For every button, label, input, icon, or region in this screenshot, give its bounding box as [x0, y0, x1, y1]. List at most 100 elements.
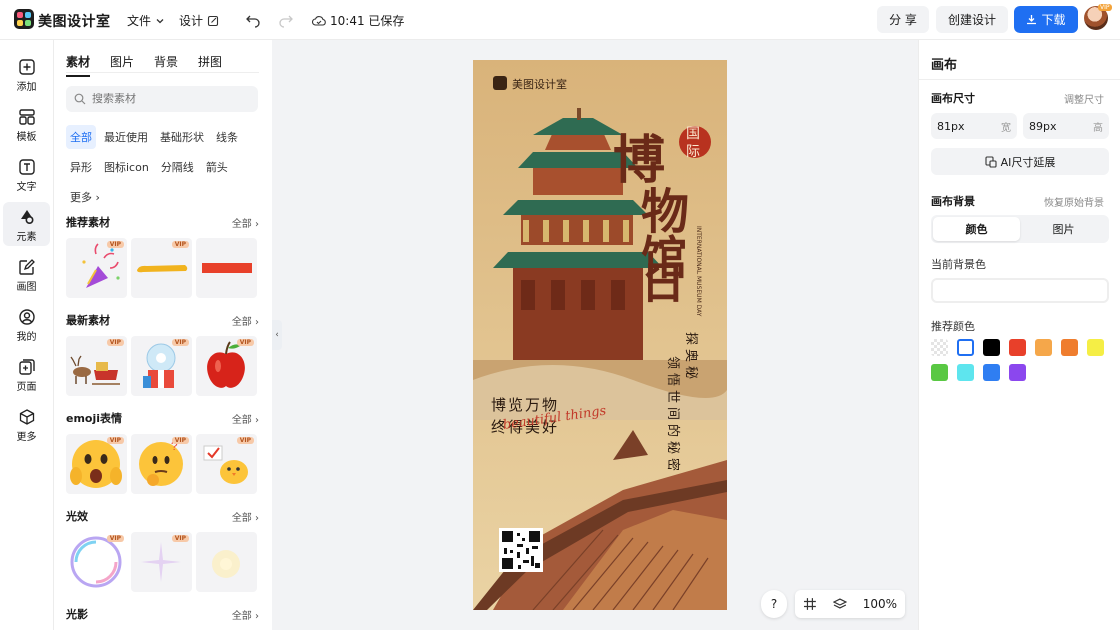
bg-tab-image[interactable]: 图片: [1020, 217, 1107, 241]
chip-lines[interactable]: 线条: [212, 125, 242, 149]
share-button[interactable]: 分 享: [877, 6, 929, 33]
save-status: 10:41 已保存: [312, 12, 404, 29]
app-logo-icon[interactable]: [14, 9, 34, 29]
undo-icon[interactable]: [245, 12, 261, 28]
create-design-button[interactable]: 创建设计: [936, 6, 1008, 33]
height-field[interactable]: 89px 高: [1023, 113, 1109, 139]
tab-images[interactable]: 图片: [110, 53, 134, 77]
nav-elements[interactable]: 元素: [3, 202, 50, 246]
asset-sparkle[interactable]: VIP: [131, 532, 192, 592]
asset-yellow-stroke[interactable]: VIP: [131, 238, 192, 298]
grid-icon[interactable]: [803, 597, 817, 611]
view-all-link[interactable]: 全部 ›: [232, 509, 259, 524]
seal-char-1: 国: [686, 126, 700, 142]
ai-resize-button[interactable]: AI尺寸延展: [931, 148, 1109, 175]
nav-draw[interactable]: 画图: [3, 252, 50, 296]
brand-name[interactable]: 美图设计室: [38, 11, 111, 31]
title-char-1: 博: [613, 130, 665, 191]
nav-text[interactable]: 文字: [3, 152, 50, 196]
asset-party-popper[interactable]: VIP: [66, 238, 127, 298]
vip-badge: VIP: [106, 241, 124, 248]
vip-badge: VIP: [171, 339, 189, 346]
nav-more[interactable]: 更多: [3, 402, 50, 446]
tab-divider: [66, 72, 259, 73]
color-swatch[interactable]: [957, 339, 974, 356]
zoom-level[interactable]: 100%: [863, 597, 897, 611]
search-box[interactable]: [66, 86, 258, 112]
chip-basic-shapes[interactable]: 基础形状: [156, 125, 208, 149]
chip-more[interactable]: 更多 ›: [66, 185, 104, 209]
download-button[interactable]: 下载: [1014, 6, 1078, 33]
avatar-vip-badge: VIP: [1098, 4, 1112, 11]
poster-col2: 领悟世间的秘密: [665, 356, 681, 475]
poster-artwork: 美图设计室 博 物 馆 日 国 际 INTERNATIONAL MUSEUM D…: [473, 60, 727, 610]
asset-emoji-chick[interactable]: VIP: [196, 434, 257, 494]
nav-pages[interactable]: 页面: [3, 352, 50, 396]
color-swatch[interactable]: [983, 339, 1000, 356]
layers-icon[interactable]: [832, 597, 847, 611]
asset-bubble[interactable]: VIP: [66, 532, 127, 592]
bg-tab-color[interactable]: 颜色: [933, 217, 1020, 241]
color-swatch[interactable]: [1009, 339, 1026, 356]
nav-add[interactable]: 添加: [3, 52, 50, 96]
section-light-shadow: 光影 全部 ›: [66, 606, 259, 622]
chip-irregular[interactable]: 异形: [66, 155, 96, 179]
section-title: 光效: [66, 510, 88, 523]
restore-bg-link[interactable]: 恢复原始背景: [1044, 194, 1104, 209]
chip-icons[interactable]: 图标icon: [100, 155, 153, 179]
vip-badge: VIP: [236, 339, 254, 346]
file-menu[interactable]: 文件: [127, 12, 165, 29]
vip-badge: VIP: [106, 339, 124, 346]
chip-all[interactable]: 全部: [66, 125, 96, 149]
color-swatch[interactable]: [931, 339, 948, 356]
poster-canvas[interactable]: 美图设计室 博 物 馆 日 国 际 INTERNATIONAL MUSEUM D…: [473, 60, 727, 610]
color-swatch[interactable]: [1009, 364, 1026, 381]
asset-emoji-shocked[interactable]: VIP: [66, 434, 127, 494]
nav-templates[interactable]: 模板: [3, 102, 50, 146]
design-menu[interactable]: 设计: [179, 12, 219, 29]
section-recommended: 推荐素材 全部 › VIP VIP: [66, 214, 259, 298]
asset-emoji-thinking[interactable]: ? VIP: [131, 434, 192, 494]
top-bar: 美图设计室 文件 设计 10:41 已保存 分 享 创建设计 下载 VIP: [0, 0, 1120, 40]
collapse-panel-button[interactable]: ‹: [272, 320, 282, 350]
chip-arrows[interactable]: 箭头: [202, 155, 232, 179]
shapes-icon: [20, 210, 33, 224]
edit-icon: [18, 259, 35, 275]
tab-collage[interactable]: 拼图: [198, 53, 222, 77]
chip-recent[interactable]: 最近使用: [100, 125, 152, 149]
section-title: 光影: [66, 608, 88, 621]
asset-red-bar[interactable]: [196, 238, 257, 298]
tab-backgrounds[interactable]: 背景: [154, 53, 178, 77]
asset-reindeer-sleigh[interactable]: VIP: [66, 336, 127, 396]
view-all-link[interactable]: 全部 ›: [232, 411, 259, 426]
asset-snow-globe-gift[interactable]: VIP: [131, 336, 192, 396]
asset-apple[interactable]: VIP: [196, 336, 257, 396]
tab-materials[interactable]: 素材: [66, 53, 91, 77]
redo-icon[interactable]: [278, 12, 294, 28]
nav-add-label: 添加: [16, 82, 37, 93]
color-swatch[interactable]: [957, 364, 974, 381]
color-swatch[interactable]: [1087, 339, 1104, 356]
view-all-label: 全部: [231, 218, 252, 230]
asset-glow[interactable]: [196, 532, 257, 592]
color-swatch[interactable]: [931, 364, 948, 381]
nav-mine[interactable]: 我的: [3, 302, 50, 346]
panel-title: 画布: [931, 58, 958, 73]
width-field[interactable]: 81px 宽: [931, 113, 1017, 139]
chip-dividers[interactable]: 分隔线: [157, 155, 198, 179]
view-all-link[interactable]: 全部 ›: [232, 215, 259, 230]
width-unit: 宽: [1001, 122, 1011, 134]
chip-more-label: 更多: [70, 191, 92, 204]
nav-elements-label: 元素: [16, 232, 37, 243]
color-swatch[interactable]: [1035, 339, 1052, 356]
search-input[interactable]: [92, 93, 242, 105]
view-all-link[interactable]: 全部 ›: [232, 313, 259, 328]
poster-col1: 探奥秘: [683, 332, 698, 383]
resize-link[interactable]: 调整尺寸: [1064, 91, 1104, 106]
view-all-link[interactable]: 全部 ›: [232, 607, 259, 622]
color-swatch[interactable]: [983, 364, 1000, 381]
poster-logo-text: 美图设计室: [512, 77, 567, 91]
help-button[interactable]: ?: [761, 590, 787, 618]
color-swatch[interactable]: [1061, 339, 1078, 356]
current-color-swatch[interactable]: [931, 278, 1109, 303]
